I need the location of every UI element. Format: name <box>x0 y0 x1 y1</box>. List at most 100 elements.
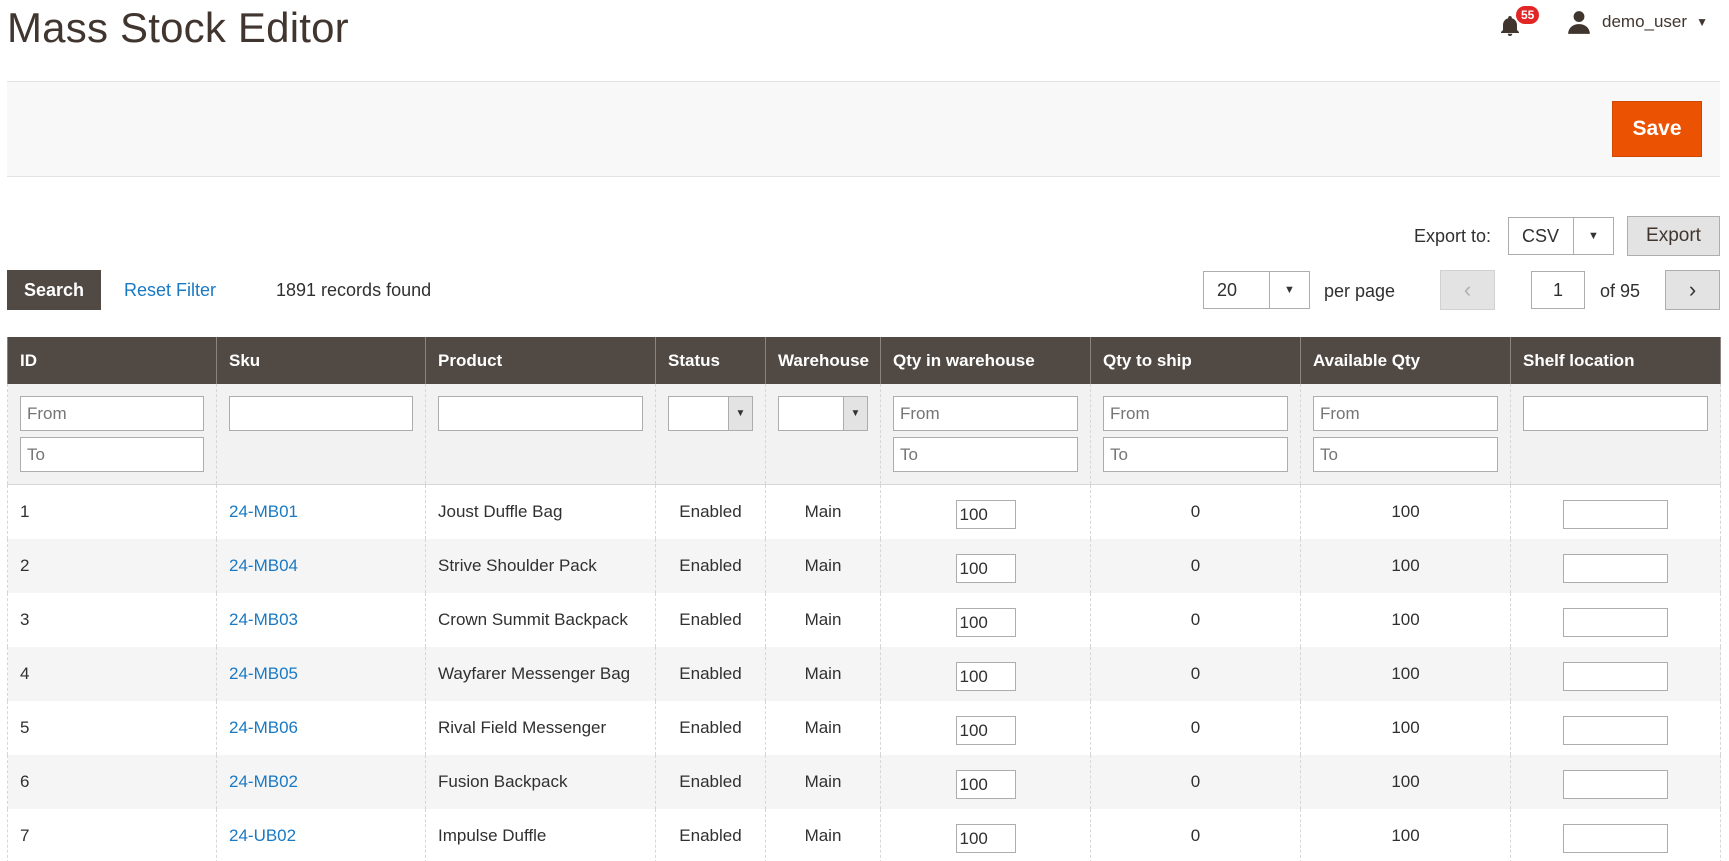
status-filter-select[interactable]: ▼ <box>668 396 753 431</box>
qty-in-warehouse-input[interactable] <box>955 554 1016 583</box>
sku-link[interactable]: 24-MB05 <box>216 646 426 701</box>
filter-cell-product <box>425 384 656 485</box>
qty-in-warehouse-input[interactable] <box>955 716 1016 745</box>
cell-status: Enabled <box>655 808 766 861</box>
cell-warehouse: Main <box>765 484 881 539</box>
cell-shelf-location <box>1510 700 1721 755</box>
sku-link[interactable]: 24-MB06 <box>216 700 426 755</box>
sku-link[interactable]: 24-UB02 <box>216 808 426 861</box>
id-to-filter[interactable] <box>20 437 204 472</box>
qty-to-ship-from-filter[interactable] <box>1103 396 1288 431</box>
table-row: 7 24-UB02 Impulse Duffle Enabled Main 0 … <box>7 808 1721 861</box>
qty-in-warehouse-input[interactable] <box>955 770 1016 799</box>
current-page-input[interactable] <box>1531 271 1585 309</box>
shelf-location-input[interactable] <box>1563 716 1668 745</box>
shelf-location-input[interactable] <box>1563 554 1668 583</box>
search-button[interactable]: Search <box>7 270 101 310</box>
table-row: 1 24-MB01 Joust Duffle Bag Enabled Main … <box>7 484 1721 539</box>
qty-in-warehouse-input[interactable] <box>955 824 1016 853</box>
cell-qty-in-warehouse <box>880 646 1091 701</box>
filter-cell-id <box>7 384 217 485</box>
cell-qty-in-warehouse <box>880 484 1091 539</box>
shelf-location-input[interactable] <box>1563 770 1668 799</box>
shelf-location-input[interactable] <box>1563 824 1668 853</box>
column-header-shelf-location[interactable]: Shelf location <box>1510 337 1721 384</box>
cell-product: Strive Shoulder Pack <box>425 538 656 593</box>
username: demo_user <box>1602 12 1688 31</box>
shelf-location-input[interactable] <box>1563 662 1668 691</box>
id-from-filter[interactable] <box>20 396 204 431</box>
product-filter[interactable] <box>438 396 643 431</box>
column-header-sku[interactable]: Sku <box>216 337 426 384</box>
cell-qty-to-ship: 0 <box>1090 808 1301 861</box>
cell-available-qty: 100 <box>1300 646 1511 701</box>
cell-available-qty: 100 <box>1300 538 1511 593</box>
available-qty-to-filter[interactable] <box>1313 437 1498 472</box>
cell-qty-in-warehouse <box>880 592 1091 647</box>
sku-link[interactable]: 24-MB02 <box>216 754 426 809</box>
chevron-down-icon: ▼ <box>1269 272 1309 308</box>
cell-warehouse: Main <box>765 808 881 861</box>
column-header-available-qty[interactable]: Available Qty <box>1300 337 1511 384</box>
export-format-value: CSV <box>1522 225 1560 246</box>
qty-in-warehouse-input[interactable] <box>955 500 1016 530</box>
cell-product: Crown Summit Backpack <box>425 592 656 647</box>
reset-filter-link[interactable]: Reset Filter <box>124 280 216 301</box>
total-pages: of 95 <box>1600 281 1641 301</box>
export-format-select[interactable]: CSV ▼ <box>1508 217 1614 255</box>
shelf-location-filter[interactable] <box>1523 396 1708 431</box>
cell-qty-to-ship: 0 <box>1090 484 1301 539</box>
qty-in-warehouse-input[interactable] <box>955 662 1016 691</box>
save-button[interactable]: Save <box>1612 101 1702 157</box>
grid-header-row: ID Sku Product Status Warehouse Qty in w… <box>7 337 1721 384</box>
per-page-select[interactable]: 20 ▼ <box>1203 271 1310 309</box>
user-icon <box>1568 11 1590 34</box>
qty-in-warehouse-from-filter[interactable] <box>893 396 1078 431</box>
cell-qty-to-ship: 0 <box>1090 646 1301 701</box>
export-button[interactable]: Export <box>1627 216 1720 256</box>
warehouse-filter-select[interactable]: ▼ <box>778 396 868 431</box>
cell-product: Impulse Duffle <box>425 808 656 861</box>
sku-filter[interactable] <box>229 396 413 431</box>
qty-to-ship-to-filter[interactable] <box>1103 437 1288 472</box>
cell-status: Enabled <box>655 700 766 755</box>
cell-id: 5 <box>7 700 217 755</box>
filter-cell-qty-to-ship <box>1090 384 1301 485</box>
user-menu[interactable]: demo_user ▼ <box>1566 8 1708 36</box>
column-header-qty-to-ship[interactable]: Qty to ship <box>1090 337 1301 384</box>
qty-in-warehouse-to-filter[interactable] <box>893 437 1078 472</box>
filter-cell-available-qty <box>1300 384 1511 485</box>
filter-cell-warehouse: ▼ <box>765 384 881 485</box>
column-header-id[interactable]: ID <box>7 337 217 384</box>
available-qty-from-filter[interactable] <box>1313 396 1498 431</box>
column-header-product[interactable]: Product <box>425 337 656 384</box>
column-header-status[interactable]: Status <box>655 337 766 384</box>
next-page-button[interactable]: › <box>1665 270 1720 310</box>
cell-id: 2 <box>7 538 217 593</box>
filter-cell-qty-in-warehouse <box>880 384 1091 485</box>
cell-status: Enabled <box>655 484 766 539</box>
sku-link[interactable]: 24-MB01 <box>216 484 426 539</box>
cell-qty-in-warehouse <box>880 754 1091 809</box>
column-header-warehouse[interactable]: Warehouse <box>765 337 881 384</box>
shelf-location-input[interactable] <box>1563 608 1668 637</box>
previous-page-button[interactable]: ‹ <box>1440 270 1495 310</box>
column-header-qty-in-warehouse[interactable]: Qty in warehouse <box>880 337 1091 384</box>
cell-warehouse: Main <box>765 538 881 593</box>
cell-shelf-location <box>1510 646 1721 701</box>
sku-link[interactable]: 24-MB03 <box>216 592 426 647</box>
cell-qty-to-ship: 0 <box>1090 700 1301 755</box>
records-found: 1891 records found <box>276 280 432 300</box>
cell-available-qty: 100 <box>1300 754 1511 809</box>
table-row: 3 24-MB03 Crown Summit Backpack Enabled … <box>7 592 1721 647</box>
filter-cell-status: ▼ <box>655 384 766 485</box>
qty-in-warehouse-input[interactable] <box>955 608 1016 637</box>
table-row: 4 24-MB05 Wayfarer Messenger Bag Enabled… <box>7 646 1721 701</box>
cell-product: Rival Field Messenger <box>425 700 656 755</box>
shelf-location-input[interactable] <box>1563 500 1668 530</box>
filter-cell-sku <box>216 384 426 485</box>
cell-shelf-location <box>1510 754 1721 809</box>
cell-qty-to-ship: 0 <box>1090 754 1301 809</box>
sku-link[interactable]: 24-MB04 <box>216 538 426 593</box>
cell-qty-to-ship: 0 <box>1090 592 1301 647</box>
